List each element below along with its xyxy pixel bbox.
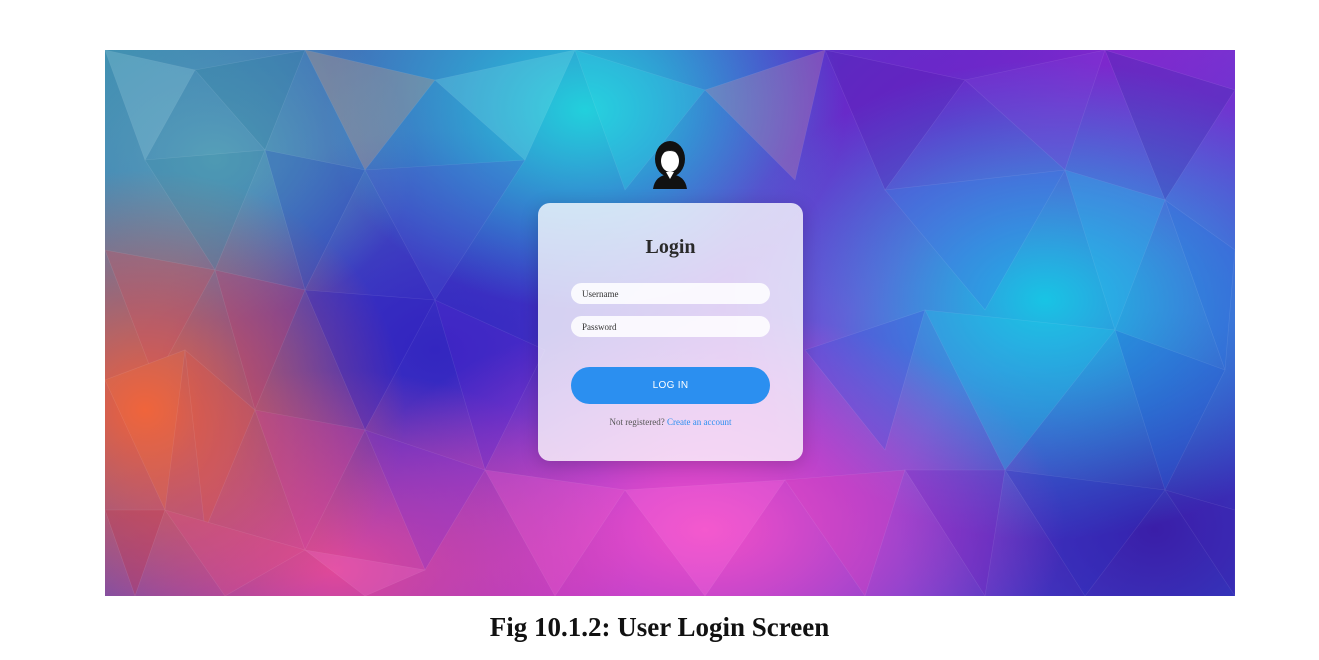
register-prompt-text: Not registered?: [609, 417, 665, 427]
login-button[interactable]: LOG IN: [571, 367, 770, 404]
login-card: Login LOG IN Not registered? Create an a…: [538, 203, 803, 461]
username-input[interactable]: [571, 283, 770, 304]
figure-caption: Fig 10.1.2: User Login Screen: [489, 612, 830, 642]
user-avatar-icon: [653, 141, 687, 189]
login-title: Login: [645, 236, 696, 258]
password-input[interactable]: [571, 316, 770, 337]
create-account-link[interactable]: Create an account: [667, 417, 731, 427]
register-prompt-row: Not registered? Create an account: [538, 417, 803, 427]
login-page-screenshot: Login LOG IN Not registered? Create an a…: [105, 50, 1235, 596]
